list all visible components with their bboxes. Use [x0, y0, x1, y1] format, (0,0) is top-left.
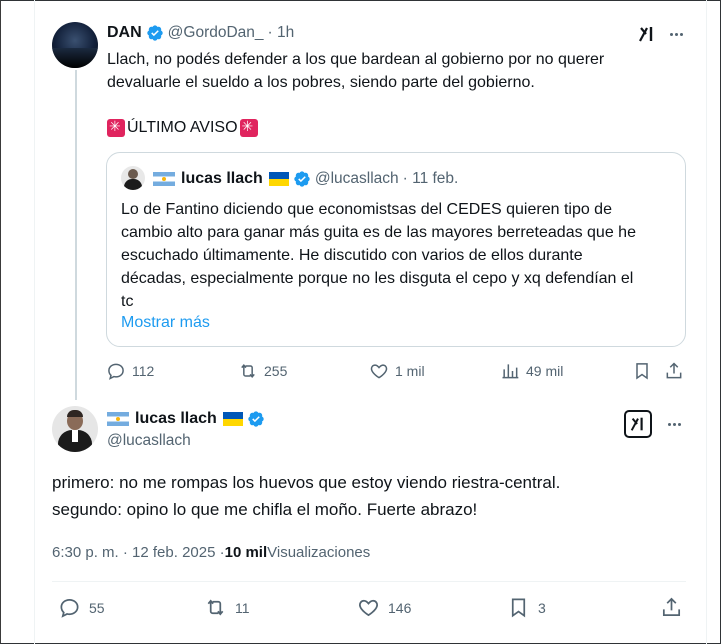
warning-text: ÚLTIMO AVISO: [127, 118, 238, 136]
quoted-author-name: lucas llach: [181, 170, 263, 187]
like-count: 1 mil: [395, 363, 425, 379]
share-button[interactable]: [664, 361, 690, 381]
like-icon: [359, 599, 378, 617]
verified-icon: [294, 171, 310, 187]
repost-icon: [207, 599, 224, 616]
bookmark-icon: [636, 363, 648, 380]
share-button[interactable]: [660, 596, 691, 619]
like-icon: [370, 364, 388, 379]
views-count: 10 mil: [224, 543, 268, 561]
quoted-text-line: tc: [121, 293, 134, 310]
bookmark-button[interactable]: [632, 361, 658, 381]
timeline-left-border: [34, 0, 35, 644]
avatar[interactable]: [52, 406, 98, 452]
author-name[interactable]: lucas llach: [135, 410, 217, 428]
views-icon: [502, 364, 519, 379]
tweet-time[interactable]: · 1h: [268, 24, 295, 42]
views-count: 49 mil: [526, 363, 564, 379]
grok-icon[interactable]: [624, 410, 652, 438]
bookmark-icon: [511, 598, 526, 618]
views-button[interactable]: 49 mil: [500, 361, 563, 381]
siren-icon: [107, 118, 125, 137]
grok-icon[interactable]: [637, 24, 657, 44]
tweet-timestamp[interactable]: 6:30 p. m. · 12 feb. 2025 ·: [52, 544, 225, 561]
thread-line: [75, 70, 77, 400]
quoted-text-line: escuchado últimamente. He discutido con …: [121, 247, 583, 264]
reply-button[interactable]: 112: [106, 361, 154, 381]
like-button[interactable]: 1 mil: [369, 361, 425, 381]
author-handle[interactable]: @lucasllach: [107, 432, 191, 450]
repost-count: 11: [235, 599, 250, 616]
bookmark-count: 3: [538, 599, 546, 616]
timeline-right-border: [706, 0, 707, 644]
reply-icon: [60, 598, 79, 618]
quoted-avatar: [121, 166, 145, 190]
verified-icon: [248, 411, 264, 427]
like-count: 146: [388, 599, 412, 616]
author-name[interactable]: DAN: [107, 24, 142, 42]
like-button[interactable]: 146: [357, 596, 411, 619]
more-icon[interactable]: [664, 414, 684, 434]
siren-icon: [239, 118, 258, 137]
show-more-link[interactable]: Mostrar más: [121, 311, 210, 334]
reply-icon: [108, 363, 124, 380]
quoted-author-handle: @lucasllach: [314, 170, 399, 187]
quoted-text-line: cambio alto para ganar más guita es de l…: [121, 224, 636, 241]
repost-button[interactable]: 11: [204, 596, 250, 619]
author-handle[interactable]: @GordoDan_: [168, 24, 264, 42]
repost-icon: [241, 363, 255, 379]
quoted-text-line: Lo de Fantino diciendo que economistsas …: [121, 201, 612, 218]
repost-button[interactable]: 255: [238, 361, 287, 381]
ukraine-flag-icon: [268, 172, 289, 186]
tweet-text-line: Llach, no podés defender a los que barde…: [107, 51, 605, 68]
bookmark-button[interactable]: 3: [507, 596, 546, 619]
argentina-flag-icon: [153, 172, 175, 186]
reply-count: 112: [132, 363, 155, 379]
views-label: Visualizaciones: [267, 543, 371, 561]
tweet-text-line: segundo: opino lo que me chifla el moño.…: [52, 500, 478, 519]
argentina-flag-icon: [107, 412, 129, 426]
avatar[interactable]: [52, 22, 98, 68]
verified-icon: [146, 25, 163, 41]
divider: [52, 581, 686, 582]
repost-count: 255: [264, 363, 288, 379]
share-icon: [666, 362, 682, 379]
share-icon: [662, 597, 681, 617]
reply-count: 55: [89, 599, 105, 616]
ukraine-flag-icon: [222, 412, 243, 426]
reply-button[interactable]: 55: [58, 596, 105, 619]
more-icon[interactable]: [666, 24, 686, 44]
tweet-text-line: primero: no me rompas los huevos que est…: [52, 473, 561, 492]
quoted-tweet-date: · 11 feb.: [402, 170, 459, 187]
tweet-text-line: devaluarle el sueldo a los pobres, siend…: [107, 74, 535, 91]
quoted-text-line: décadas, especialmente porque no les dis…: [121, 270, 634, 287]
